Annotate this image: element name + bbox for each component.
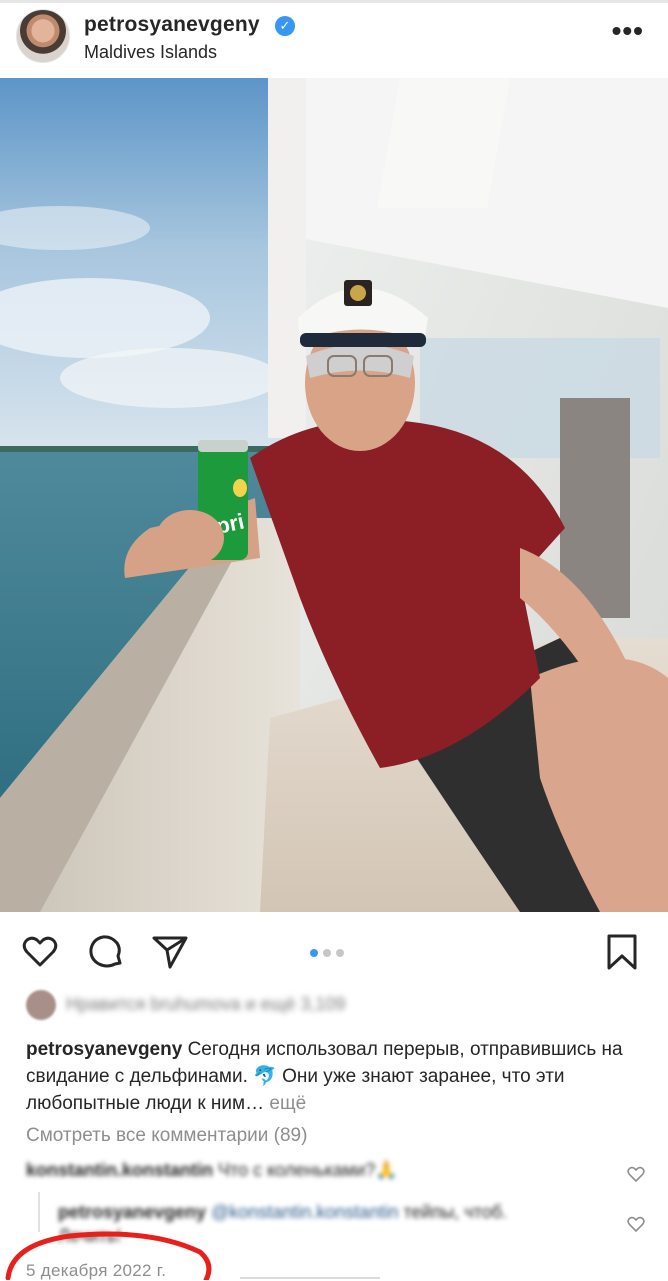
- carousel-dot-active: [310, 949, 318, 957]
- comment-like-heart-icon[interactable]: [626, 1164, 646, 1184]
- liker-avatar: [26, 990, 56, 1020]
- carousel-dot: [336, 949, 344, 957]
- reply-mention[interactable]: @konstantin.konstantin: [211, 1202, 398, 1222]
- comment-text: Что с коленьками?🙏: [218, 1160, 398, 1180]
- caption-more-link[interactable]: ещё: [269, 1093, 306, 1114]
- reply-thread-line: [38, 1192, 40, 1232]
- paper-plane-icon[interactable]: [150, 932, 190, 972]
- view-all-comments-link[interactable]: Смотреть все комментарии (89): [26, 1125, 307, 1147]
- avatar[interactable]: [16, 9, 70, 63]
- heart-icon[interactable]: [20, 932, 60, 972]
- carousel-dot: [323, 949, 331, 957]
- comment: konstantin.konstantin Что с коленьками?🙏: [26, 1160, 398, 1181]
- more-horizontal-icon[interactable]: •••: [612, 17, 644, 45]
- reply-username[interactable]: petrosyanevgeny: [58, 1202, 206, 1222]
- bottom-divider: [240, 1277, 380, 1279]
- caption-username[interactable]: petrosyanevgeny: [26, 1039, 182, 1060]
- post-date: 5 декабря 2022 г.: [26, 1261, 167, 1280]
- carousel-indicator: [310, 944, 349, 957]
- likes-text[interactable]: Нравится bruhumova и ещё 3,109: [66, 994, 345, 1015]
- post-caption: petrosyanevgeny Сегодня использовал пере…: [26, 1036, 646, 1117]
- post-photo[interactable]: Spri: [0, 78, 668, 912]
- comment-reply: petrosyanevgeny @konstantin.konstantin т…: [58, 1200, 558, 1248]
- comment-bubble-icon[interactable]: [86, 932, 126, 972]
- post-location[interactable]: Maldives Islands: [84, 42, 217, 63]
- verified-badge-icon: ✓: [275, 16, 295, 36]
- comment-username[interactable]: konstantin.konstantin: [26, 1160, 213, 1180]
- post-username[interactable]: petrosyanevgeny: [84, 13, 260, 37]
- reply-like-heart-icon[interactable]: [626, 1214, 646, 1234]
- post-header: petrosyanevgeny ✓ Maldives Islands •••: [0, 3, 668, 75]
- bookmark-icon[interactable]: [602, 932, 642, 972]
- action-bar: [0, 920, 668, 980]
